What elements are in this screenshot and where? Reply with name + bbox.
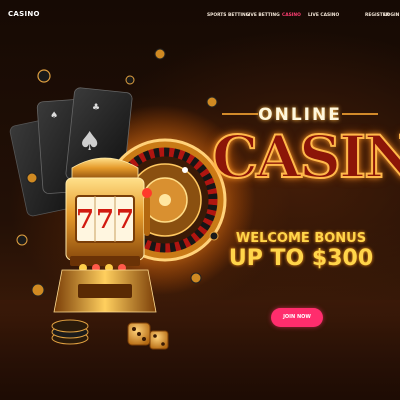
bonus-line-1: WELCOME BONUS [235,231,367,246]
page: CASINO SPORTS BETTING LIVE BETTING CASIN… [0,0,400,400]
hero-overline: ONLINE [258,105,342,125]
svg-text:♣: ♣ [92,103,100,113]
dice-icon [127,322,169,350]
bonus-line-2: UP TO $300 [228,246,374,271]
svg-text:♠: ♠ [78,127,101,157]
hero-title: CASINO [211,123,400,191]
casino-illustration: ♠ ♣ ♠ 7 7 7 [9,48,255,350]
slot-reel-1: 7 [76,205,94,235]
slot-reel-2: 7 [96,205,114,235]
join-now-button[interactable]: JOIN NOW [271,308,323,327]
slot-machine-icon [53,157,157,313]
slot-reel-3: 7 [116,205,134,235]
svg-text:♠: ♠ [50,111,58,121]
overline-block: ONLINE [222,104,378,125]
